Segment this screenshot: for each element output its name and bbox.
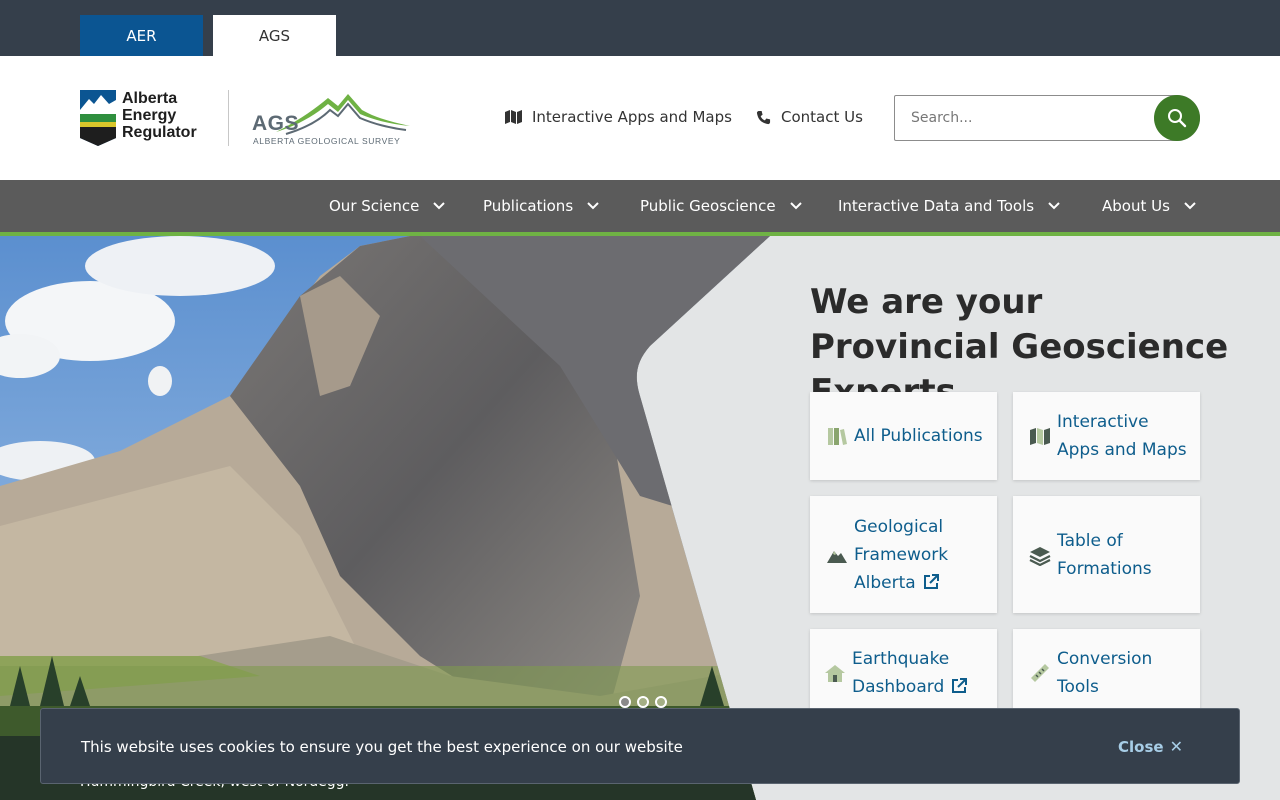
card-label: Conversion Tools [1057, 645, 1152, 701]
card-conversion-tools[interactable]: Conversion Tools [1013, 629, 1200, 717]
nav-publications[interactable]: Publications [483, 180, 599, 232]
nav-label: Our Science [329, 197, 420, 215]
card-all-publications[interactable]: All Publications [810, 392, 997, 480]
top-bar: AER AGS [0, 0, 1280, 56]
card-label-line: Framework [854, 544, 949, 565]
ags-logo[interactable]: AGS ALBERTA GEOLOGICAL SURVEY [252, 88, 412, 148]
chevron-down-icon [1184, 202, 1196, 210]
card-interactive-apps-maps[interactable]: Interactive Apps and Maps [1013, 392, 1200, 480]
chevron-down-icon [433, 202, 446, 210]
map-icon [505, 110, 522, 124]
search-box [894, 95, 1200, 141]
tab-ags[interactable]: AGS [213, 15, 336, 56]
aer-logo-line: Alberta [122, 90, 178, 107]
aer-logo-line: Energy [122, 107, 177, 124]
card-label-line: Tools [1057, 677, 1099, 697]
carousel-dot[interactable] [655, 696, 667, 708]
books-icon [828, 428, 847, 445]
card-earthquake-dashboard[interactable]: Earthquake Dashboard [810, 629, 997, 717]
phone-icon [756, 110, 771, 124]
ruler-icon [1031, 664, 1049, 682]
tab-aer[interactable]: AER [80, 15, 203, 56]
card-geological-framework[interactable]: Geological Framework Alberta [810, 496, 997, 613]
aer-logo-line: Regulator [122, 124, 197, 141]
map-icon [1030, 428, 1050, 445]
aer-logo[interactable]: Alberta Energy Regulator [80, 90, 197, 146]
nav-about-us[interactable]: About Us [1102, 180, 1196, 232]
chevron-down-icon [789, 202, 802, 210]
card-label-line: All Publications [854, 426, 983, 446]
cookie-message: This website uses cookies to ensure you … [81, 738, 683, 756]
logo-divider [228, 90, 229, 146]
card-label-line: Earthquake [852, 649, 950, 669]
aer-logo-text: Alberta Energy Regulator [122, 90, 197, 141]
nav-label: Publications [483, 197, 574, 215]
card-label-line: Alberta [854, 572, 916, 593]
layers-icon [1029, 546, 1051, 566]
main-nav: Our Science Publications Public Geoscien… [0, 180, 1280, 232]
carousel-dots [619, 696, 673, 708]
mountain-icon [827, 550, 847, 563]
card-table-of-formations[interactable]: Table of Formations [1013, 496, 1200, 613]
nav-public-geoscience[interactable]: Public Geoscience [640, 180, 802, 232]
card-label: Earthquake Dashboard [852, 645, 968, 701]
nav-interactive-data-tools[interactable]: Interactive Data and Tools [838, 180, 1060, 232]
card-label-line: Geological [854, 516, 944, 537]
card-label: Interactive Apps and Maps [1057, 408, 1187, 464]
header-link-label: Interactive Apps and Maps [532, 108, 732, 126]
cookie-close-button[interactable]: Close ✕ [1118, 737, 1183, 756]
card-label: All Publications [854, 422, 983, 450]
cookie-close-label: Close [1118, 737, 1164, 756]
card-label-line: Conversion [1057, 649, 1153, 669]
search-icon [1168, 109, 1187, 128]
header-link-contact[interactable]: Contact Us [756, 108, 863, 126]
card-label-line: Table of [1057, 530, 1123, 551]
cookie-banner: This website uses cookies to ensure you … [40, 708, 1240, 784]
card-label-line: Formations [1057, 558, 1152, 579]
close-icon: ✕ [1169, 737, 1183, 756]
site-header: Alberta Energy Regulator AGS ALBERTA GEO… [0, 56, 1280, 180]
nav-our-science[interactable]: Our Science [329, 180, 446, 232]
carousel-dot[interactable] [619, 696, 631, 708]
external-link-icon [923, 573, 939, 589]
card-label-line: Apps and Maps [1057, 440, 1187, 460]
nav-label: About Us [1102, 197, 1170, 215]
card-label: Geological Framework Alberta [854, 513, 948, 597]
nav-label: Public Geoscience [640, 197, 776, 215]
house-icon [825, 665, 845, 682]
header-link-label: Contact Us [781, 108, 863, 126]
search-button[interactable] [1154, 95, 1200, 141]
chevron-down-icon [587, 202, 599, 210]
chevron-down-icon [1048, 202, 1060, 210]
ags-logo-letters: AGS [252, 112, 300, 135]
external-link-icon [952, 678, 968, 693]
header-link-apps-maps[interactable]: Interactive Apps and Maps [505, 108, 732, 126]
ags-logo-subtitle: ALBERTA GEOLOGICAL SURVEY [253, 136, 401, 146]
carousel-dot[interactable] [637, 696, 649, 708]
aer-logo-mark [80, 90, 116, 146]
nav-label: Interactive Data and Tools [838, 197, 1035, 215]
search-input[interactable] [895, 96, 1153, 140]
card-label-line: Interactive [1057, 412, 1149, 432]
card-label: Table of Formations [1057, 527, 1152, 583]
card-label-line: Dashboard [852, 677, 945, 697]
